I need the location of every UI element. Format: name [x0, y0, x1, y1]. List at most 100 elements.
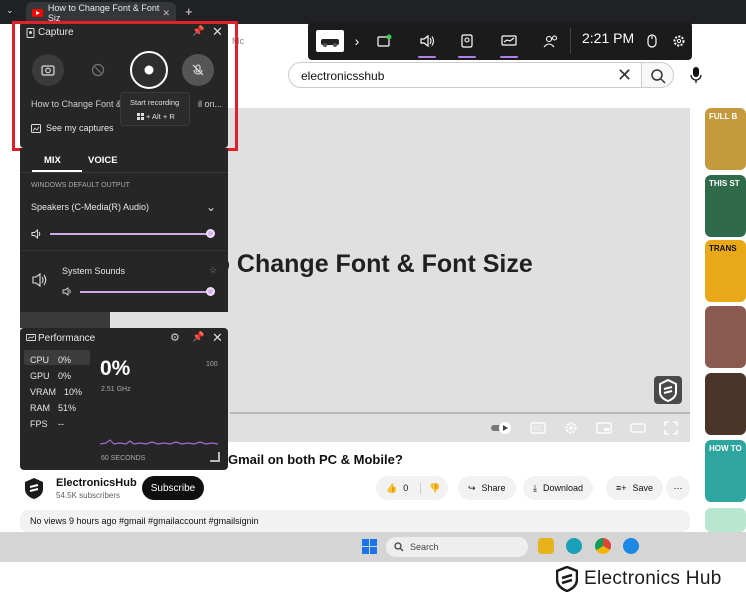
subtitles-icon[interactable]: CC: [530, 422, 546, 434]
recommended-thumbnail[interactable]: THIS ST: [705, 175, 746, 237]
system-sounds-volume-thumb[interactable]: [206, 287, 215, 296]
recommended-thumbnail[interactable]: [705, 306, 746, 368]
capture-widget-icon[interactable]: [456, 30, 478, 52]
channel-avatar[interactable]: [22, 476, 46, 500]
video-progress-bar[interactable]: [230, 412, 690, 414]
game-thumbnail[interactable]: [316, 30, 344, 52]
more-options-icon: ⋯: [673, 482, 683, 493]
tab-title: How to Change Font & Font Siz: [47, 3, 160, 23]
electronics-hub-logo: [556, 566, 578, 592]
thumbs-down-icon[interactable]: 👎: [420, 482, 440, 494]
system-sounds-volume-track[interactable]: [80, 287, 215, 296]
app-label-system-sounds: System Sounds: [62, 266, 126, 276]
social-widget-icon[interactable]: [540, 30, 562, 52]
chevron-down-icon[interactable]: ⌄: [206, 200, 216, 214]
graph-duration-label: 60 SECONDS: [101, 455, 146, 462]
cpu-clock: 2.51 GHz: [101, 386, 131, 393]
download-button[interactable]: ⤓ Download: [523, 476, 594, 500]
edge-browser-icon[interactable]: [566, 538, 582, 554]
recommended-thumbnail[interactable]: HOW TO: [705, 440, 746, 502]
master-volume-track[interactable]: [50, 229, 215, 238]
output-device-select[interactable]: Speakers (C-Media(R) Audio): [31, 202, 149, 212]
taskbar-search-placeholder: Search: [410, 542, 439, 552]
tab-list-chevron-icon[interactable]: ⌄: [6, 5, 14, 16]
close-icon[interactable]: ✕: [212, 330, 223, 346]
channel-watermark-icon[interactable]: [654, 376, 682, 404]
section-divider: [20, 250, 228, 251]
electronics-hub-wordmark: Electronics Hub: [584, 568, 722, 589]
miniplayer-icon[interactable]: [596, 422, 612, 434]
recommended-thumbnail[interactable]: [705, 508, 746, 532]
thumbs-up-icon[interactable]: 👍: [386, 483, 397, 494]
video-player-peek: [20, 312, 110, 328]
recommended-thumbnail[interactable]: [705, 373, 746, 435]
file-explorer-icon[interactable]: [538, 538, 554, 554]
windows-start-icon[interactable]: [362, 539, 378, 555]
performance-metrics: CPU 0% GPU 0% VRAM 10% RAM 51% FPS --: [30, 352, 88, 432]
download-icon: ⤓: [533, 482, 537, 493]
game-bar: ›: [308, 22, 692, 60]
youtube-search-input[interactable]: electronicsshub: [288, 62, 642, 88]
metric-row-fps[interactable]: FPS --: [30, 416, 88, 432]
fullscreen-icon[interactable]: [664, 421, 678, 435]
metric-row-vram[interactable]: VRAM 10%: [30, 384, 88, 400]
taskbar-search[interactable]: Search: [386, 537, 528, 557]
close-tab-icon[interactable]: ✕: [162, 8, 170, 19]
mouse-icon[interactable]: [641, 30, 663, 52]
save-button[interactable]: ≡+ Save: [606, 476, 664, 500]
share-label: Share: [481, 483, 506, 493]
like-count: 0: [403, 483, 409, 493]
performance-widget-icon[interactable]: [498, 30, 520, 52]
performance-active-indicator: [500, 56, 518, 58]
theater-mode-icon[interactable]: [630, 422, 646, 434]
tab-mix[interactable]: MIX: [44, 155, 61, 166]
more-actions-button[interactable]: ⋯: [666, 476, 690, 500]
share-icon: ↪: [468, 482, 476, 493]
cpu-big-value: 0%: [100, 357, 131, 380]
like-dislike-group: 👍 0 👎: [376, 476, 448, 500]
speaker-icon[interactable]: [31, 229, 43, 239]
master-volume-fill: [50, 233, 212, 235]
performance-options-icon[interactable]: ⚙: [170, 331, 180, 344]
recommended-thumbnail[interactable]: FULL B: [705, 108, 746, 170]
settings-gear-icon[interactable]: [668, 30, 690, 52]
microphone-icon[interactable]: [690, 66, 702, 84]
svg-text:CC: CC: [534, 427, 543, 433]
skype-icon[interactable]: [623, 538, 639, 554]
metric-row-gpu[interactable]: GPU 0%: [30, 368, 88, 384]
output-section-label: WINDOWS DEFAULT OUTPUT: [31, 182, 130, 189]
video-controls: CC: [490, 416, 678, 440]
pin-icon[interactable]: 📌: [192, 332, 204, 343]
autoplay-toggle-icon[interactable]: [490, 421, 512, 435]
car-icon: [321, 39, 339, 47]
settings-gear-icon[interactable]: [564, 421, 578, 435]
video-description[interactable]: No views 9 hours ago #gmail #gmailaccoun…: [20, 510, 690, 532]
share-button[interactable]: ↪ Share: [458, 476, 516, 500]
favorite-star-icon[interactable]: ☆: [209, 265, 217, 276]
tab-voice[interactable]: VOICE: [88, 155, 118, 166]
channel-name[interactable]: ElectronicsHub: [56, 477, 137, 489]
metric-row-ram[interactable]: RAM 51%: [30, 400, 88, 416]
chrome-browser-icon[interactable]: [595, 538, 611, 554]
audio-widget-icon[interactable]: [416, 30, 438, 52]
capture-highlight-frame: [12, 21, 238, 151]
master-volume-thumb[interactable]: [206, 229, 215, 238]
gamebar-divider: [570, 28, 571, 54]
recommended-thumbnail[interactable]: TRANS: [705, 240, 746, 302]
subscribe-button[interactable]: Subscribe: [142, 476, 204, 500]
search-icon: [651, 69, 666, 84]
new-tab-icon[interactable]: +: [185, 4, 193, 19]
tabs-divider: [20, 172, 228, 173]
clear-search-icon[interactable]: ✕: [617, 62, 632, 88]
video-title: Gmail on both PC & Mobile?: [228, 452, 403, 467]
performance-title: Performance: [38, 333, 96, 344]
widget-menu-icon[interactable]: [374, 30, 396, 52]
resize-grip-icon[interactable]: [210, 452, 220, 462]
performance-widget: Performance ⚙ 📌 ✕ CPU 0% GPU 0% VRAM 10% RA…: [20, 328, 228, 470]
metric-row-cpu[interactable]: CPU 0%: [30, 352, 88, 368]
gamebar-clock: 2:21 PM: [582, 30, 635, 46]
expand-chevron-icon[interactable]: ›: [346, 30, 368, 52]
search-button[interactable]: [642, 62, 674, 88]
app-speaker-icon[interactable]: [62, 287, 73, 296]
video-frame-title: w to Change Font & Font Size: [180, 250, 533, 278]
